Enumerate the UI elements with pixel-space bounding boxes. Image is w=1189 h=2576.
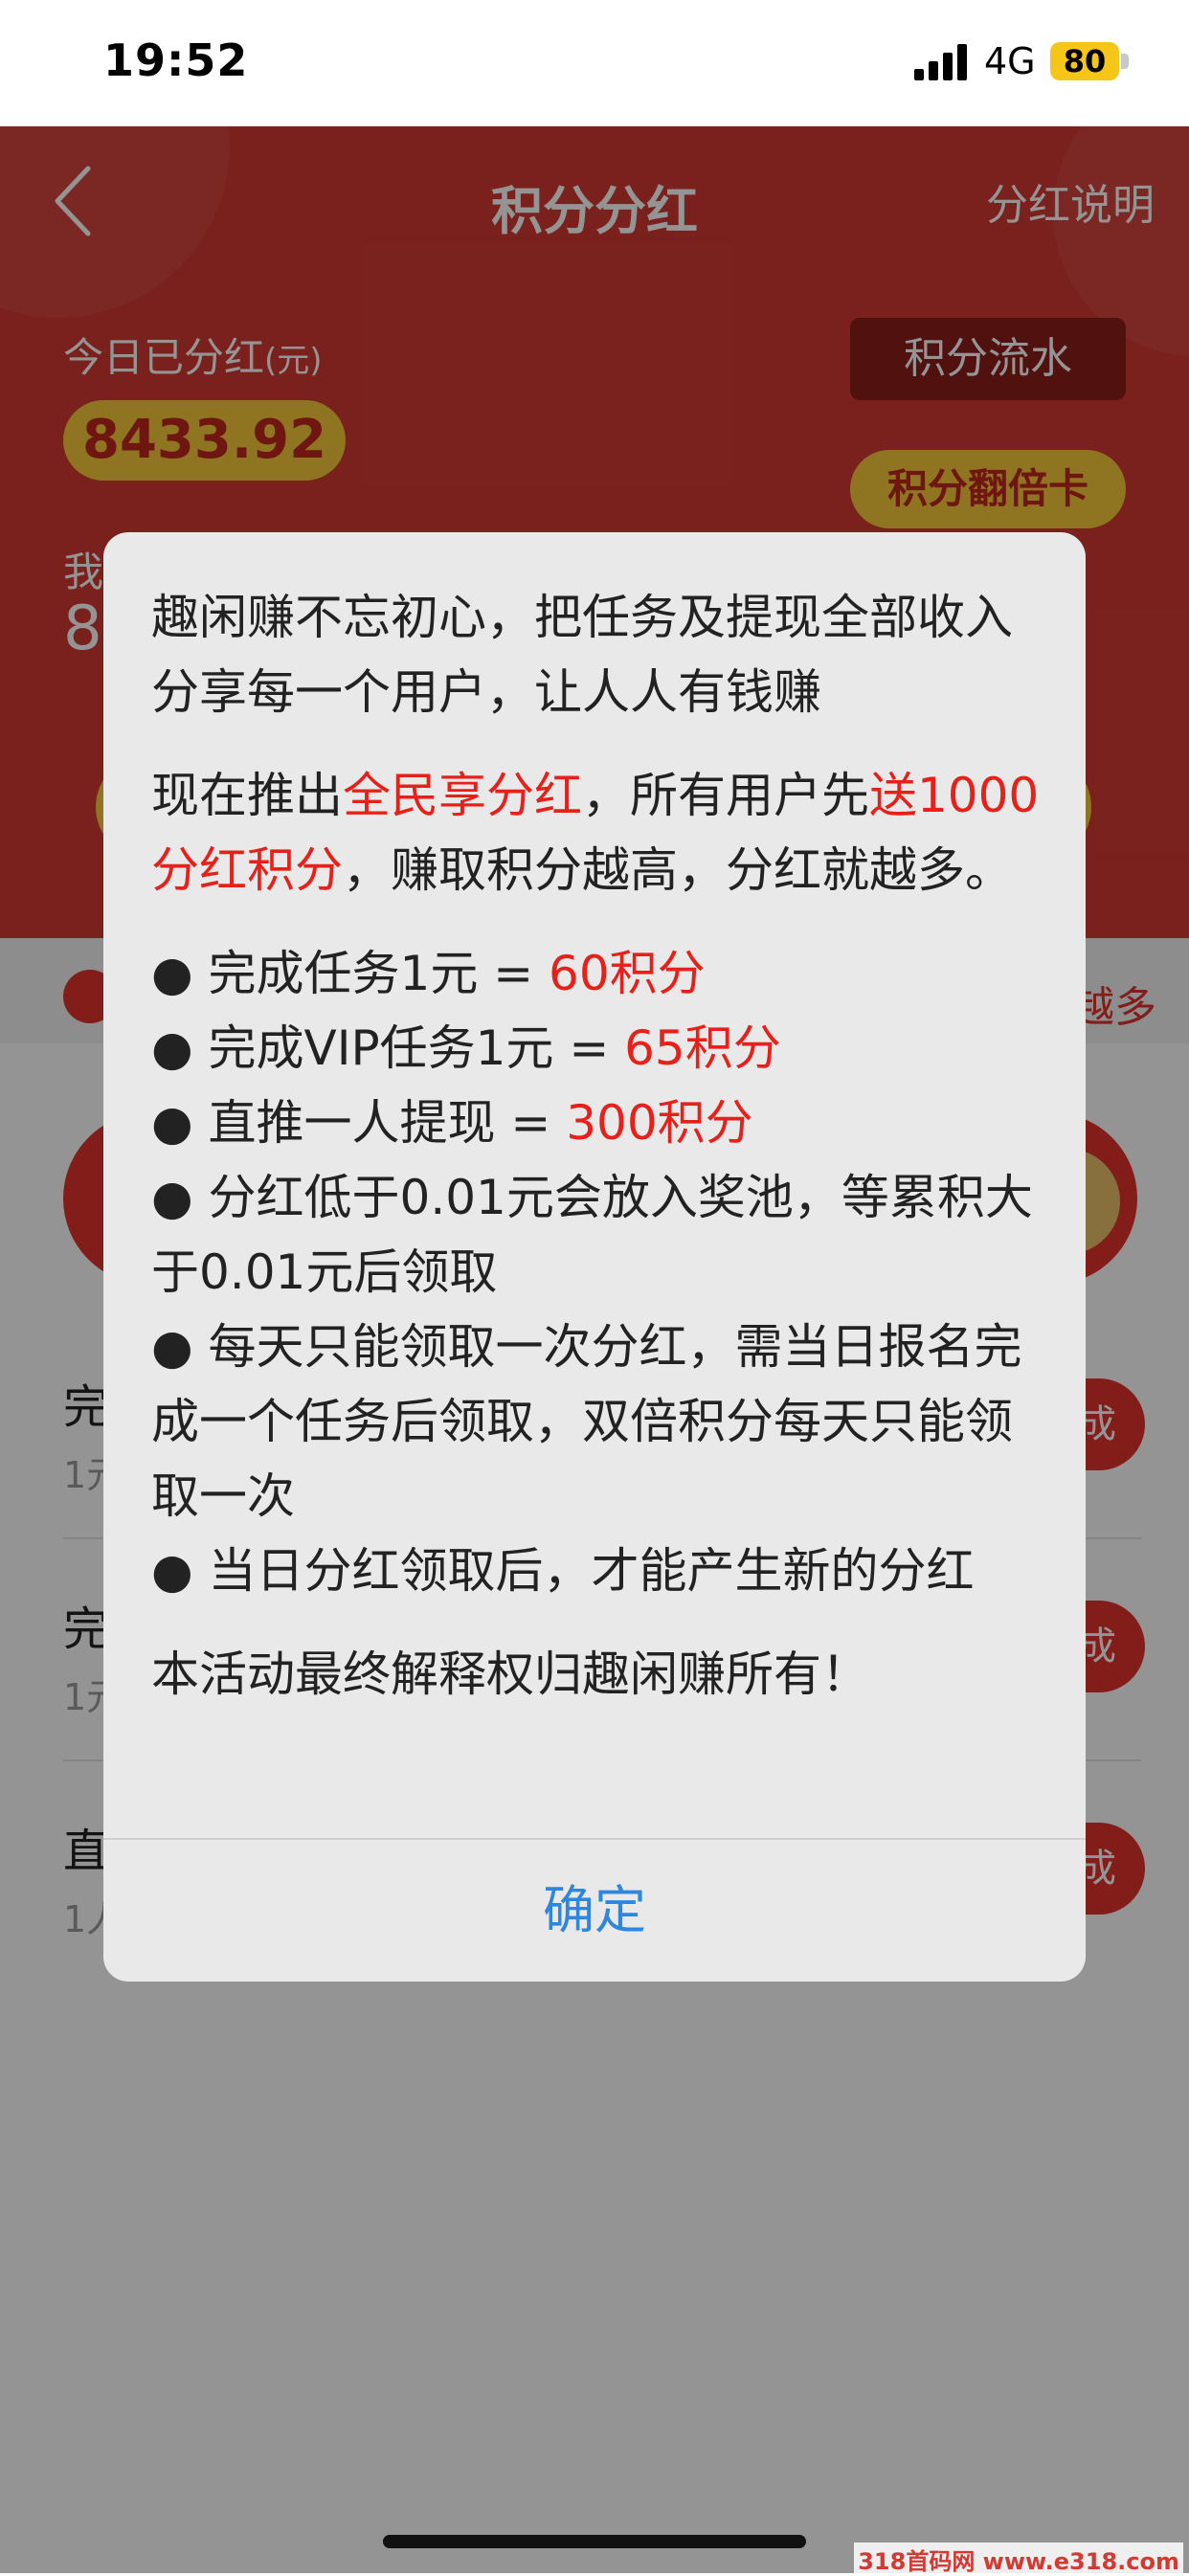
text-segment: ，赚取积分越高，分红就越多。 — [343, 842, 1013, 898]
battery-icon: 80 — [1050, 42, 1119, 80]
rule-item: ● 完成VIP任务1元 = 65积分 — [151, 1011, 1051, 1086]
rule-item: ● 直推一人提现 = 300积分 — [151, 1086, 1051, 1160]
rule-item: ● 当日分红领取后，才能产生新的分红 — [151, 1543, 975, 1599]
signal-icon — [914, 44, 967, 80]
battery-cap — [1121, 54, 1129, 69]
network-type: 4G — [984, 40, 1036, 82]
text-segment: ，所有用户先 — [582, 768, 869, 823]
dialog-footer-note: 本活动最终解释权归趣闲赚所有！ — [151, 1646, 869, 1702]
rule-points: 65积分 — [624, 1020, 781, 1076]
rule-text: ● 完成任务1元 = — [151, 946, 550, 1001]
rule-text: ● 直推一人提现 = — [151, 1095, 567, 1151]
rule-points: 300积分 — [566, 1095, 753, 1151]
rule-text: ● 完成VIP任务1元 = — [151, 1020, 625, 1076]
rule-points: 60积分 — [549, 946, 706, 1001]
text-segment: 现在推出 — [151, 768, 343, 823]
home-indicator[interactable] — [383, 2535, 806, 2548]
watermark: 318首码网 www.e318.com — [854, 2542, 1183, 2576]
dialog-paragraph: 现在推出全民享分红，所有用户先送1000分红积分，赚取积分越高，分红就越多。 — [151, 758, 1051, 907]
confirm-button[interactable]: 确定 — [103, 1840, 1086, 1982]
highlight-text: 全民享分红 — [343, 768, 582, 823]
dialog-intro: 趣闲赚不忘初心，把任务及提现全部收入分享每一个用户，让人人有钱赚 — [151, 590, 1013, 720]
rule-item: ● 分红低于0.01元会放入奖池，等累积大于0.01元后领取 — [151, 1170, 1033, 1300]
rule-item: ● 每天只能领取一次分红，需当日报名完成一个任务后领取，双倍积分每天只能领取一次 — [151, 1319, 1022, 1524]
dividend-rules-dialog: 趣闲赚不忘初心，把任务及提现全部收入分享每一个用户，让人人有钱赚 现在推出全民享… — [103, 532, 1086, 1982]
rule-item: ● 完成任务1元 = 60积分 — [151, 936, 1051, 1011]
dialog-content: 趣闲赚不忘初心，把任务及提现全部收入分享每一个用户，让人人有钱赚 现在推出全民享… — [151, 580, 1051, 1712]
status-time: 19:52 — [103, 34, 249, 86]
